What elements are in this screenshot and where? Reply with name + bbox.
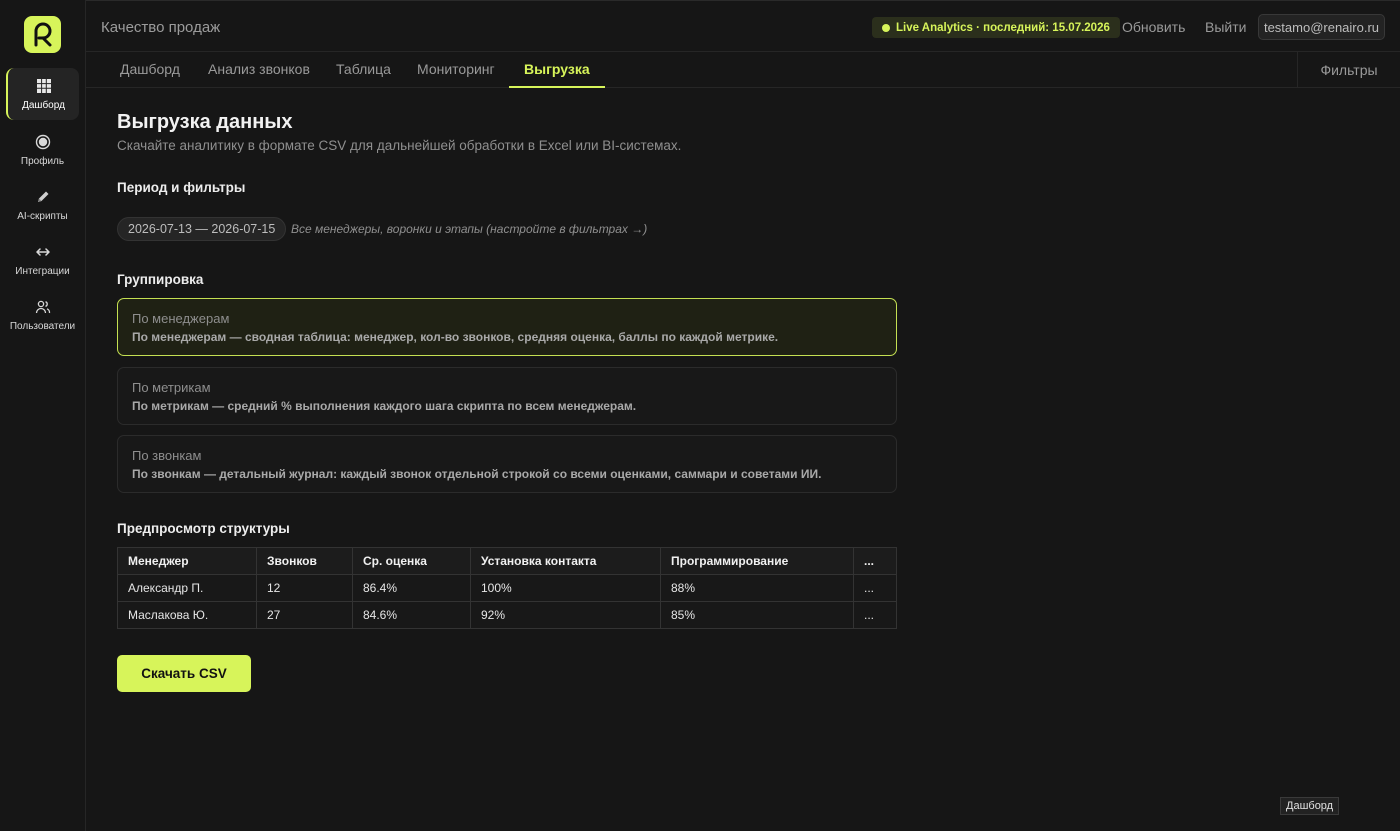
sidebar-item-label: Профиль xyxy=(20,155,65,167)
column-header: ... xyxy=(853,547,897,575)
arrows-icon xyxy=(35,247,50,256)
grouping-option-title: По звонкам xyxy=(132,448,202,463)
app-title: Качество продаж xyxy=(101,19,221,36)
column-header: Установка контакта xyxy=(470,547,661,575)
logo-icon xyxy=(34,22,51,46)
table-cell: 12 xyxy=(256,574,353,602)
sidebar-item-ai-scripts[interactable]: AI-скрипты xyxy=(6,179,79,231)
table-cell: ... xyxy=(853,601,897,629)
sidebar: Дашборд Профиль AI-скрипты Интеграции По… xyxy=(0,0,86,831)
filters-button[interactable]: Фильтры xyxy=(1297,52,1400,88)
sidebar-item-label: Пользователи xyxy=(9,320,76,332)
preview-table: Менеджер Звонков Ср. оценка Установка ко… xyxy=(117,547,897,629)
live-analytics-badge: Live Analytics · последний: 15.07.2026 xyxy=(872,17,1120,38)
table-cell: 86.4% xyxy=(352,574,471,602)
table-cell: 88% xyxy=(660,574,854,602)
logo[interactable] xyxy=(24,16,61,53)
column-header: Ср. оценка xyxy=(352,547,471,575)
grouping-option-calls[interactable]: По звонкам По звонкам — детальный журнал… xyxy=(117,435,897,493)
profile-icon xyxy=(35,134,50,149)
sidebar-item-users[interactable]: Пользователи xyxy=(6,289,79,341)
period-range-chip[interactable]: 2026-07-13 — 2026-07-15 xyxy=(117,217,287,241)
sidebar-item-dashboard[interactable]: Дашборд xyxy=(6,68,79,120)
table-row: Маслакова Ю. 27 84.6% 92% 85% ... xyxy=(117,601,897,629)
table-cell: Александр П. xyxy=(117,574,257,602)
grouping-option-description: По менеджерам — сводная таблица: менедже… xyxy=(132,330,779,344)
refresh-button[interactable]: Обновить xyxy=(1122,19,1185,35)
tab-dashboard[interactable]: Дашборд xyxy=(120,52,180,88)
live-status-dot xyxy=(882,23,890,32)
logout-button[interactable]: Выйти xyxy=(1205,19,1246,35)
grouping-option-managers[interactable]: По менеджерам По менеджерам — сводная та… xyxy=(117,298,897,356)
table-header-row: Менеджер Звонков Ср. оценка Установка ко… xyxy=(117,547,897,575)
preview-section-title: Предпросмотр структуры xyxy=(117,521,290,536)
grouping-section-title: Группировка xyxy=(117,272,204,287)
tab-call-analysis[interactable]: Анализ звонков xyxy=(208,52,310,88)
users-icon xyxy=(35,300,50,313)
sidebar-item-profile[interactable]: Профиль xyxy=(6,124,79,176)
grouping-option-description: По звонкам — детальный журнал: каждый зв… xyxy=(132,467,822,481)
column-header: Программирование xyxy=(660,547,854,575)
grouping-option-metrics[interactable]: По метрикам По метрикам — средний % выпо… xyxy=(117,367,897,425)
sidebar-item-label: Дашборд xyxy=(22,99,65,111)
table-cell: 85% xyxy=(660,601,854,629)
table-row: Александр П. 12 86.4% 100% 88% ... xyxy=(117,574,897,602)
column-header: Звонков xyxy=(256,547,353,575)
table-cell: 27 xyxy=(256,601,353,629)
top-bar: Качество продаж Live Analytics · последн… xyxy=(86,0,1400,52)
tab-monitoring[interactable]: Мониторинг xyxy=(417,52,495,88)
tab-table[interactable]: Таблица xyxy=(336,52,391,88)
pen-icon xyxy=(37,191,48,202)
table-cell: 84.6% xyxy=(352,601,471,629)
sidebar-item-label: Интеграции xyxy=(15,265,70,277)
download-csv-button[interactable]: Скачать CSV xyxy=(117,655,251,692)
column-header: Менеджер xyxy=(117,547,257,575)
sidebar-item-label: AI-скрипты xyxy=(17,210,68,222)
tab-bar: Дашборд Анализ звонков Таблица Мониторин… xyxy=(86,52,1400,88)
user-email-chip[interactable]: testamo@renairo.ru xyxy=(1258,14,1385,40)
period-section-title: Период и фильтры xyxy=(117,180,246,195)
tab-export[interactable]: Выгрузка xyxy=(509,52,605,88)
sidebar-item-integrations[interactable]: Интеграции xyxy=(6,234,79,286)
grouping-option-title: По метрикам xyxy=(132,380,211,395)
table-cell: 92% xyxy=(470,601,661,629)
period-filter-hint: Все менеджеры, воронки и этапы (настройт… xyxy=(291,222,648,236)
grouping-option-description: По метрикам — средний % выполнения каждо… xyxy=(132,399,637,413)
grouping-option-title: По менеджерам xyxy=(132,311,230,326)
tooltip: Дашборд xyxy=(1280,797,1340,815)
live-analytics-label: Live Analytics · последний: 15.07.2026 xyxy=(896,21,1110,34)
grid-icon xyxy=(36,78,51,93)
table-cell: ... xyxy=(853,574,897,602)
page-subtitle: Скачайте аналитику в формате CSV для дал… xyxy=(117,138,682,153)
table-cell: Маслакова Ю. xyxy=(117,601,257,629)
table-cell: 100% xyxy=(470,574,661,602)
page-title: Выгрузка данных xyxy=(117,111,293,133)
